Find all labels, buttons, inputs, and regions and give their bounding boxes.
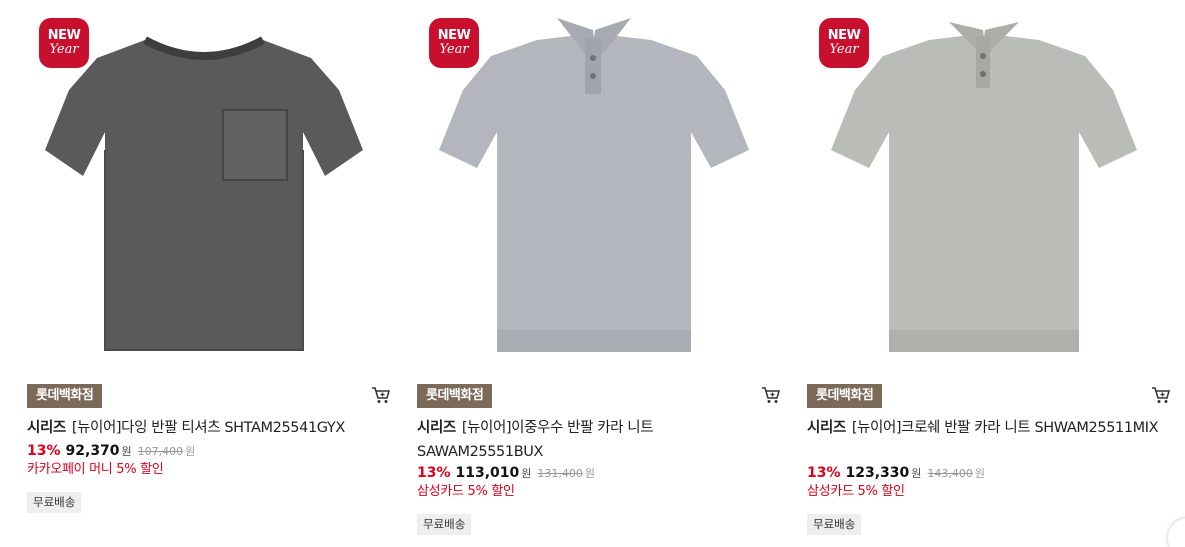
currency: 원 — [911, 467, 922, 480]
free-shipping-badge: 무료배송 — [807, 514, 862, 535]
new-year-badge: NEW Year — [429, 18, 479, 68]
sale-price: 92,370 — [65, 443, 120, 459]
original-currency: 원 — [185, 445, 196, 458]
brand-name: 시리즈 — [27, 420, 66, 436]
sale-price: 123,330 — [845, 465, 910, 481]
original-currency: 원 — [584, 467, 596, 480]
new-year-badge: NEW Year — [39, 18, 89, 68]
sale-price: 113,010 — [455, 465, 520, 481]
product-card[interactable]: NEW Year 롯데백화점 시리즈 [뉴이어]크로쉐 반팔 카라 니트 SHWA… — [807, 0, 1177, 547]
original-price: 143,400 — [927, 467, 973, 480]
free-shipping-badge: 무료배송 — [27, 492, 82, 513]
product-title[interactable]: 시리즈 [뉴이어]다잉 반팔 티셔츠 SHTAM25541GYX — [27, 416, 387, 440]
original-price: 131,400 — [537, 467, 583, 480]
product-card[interactable]: NEW Year 롯데백화점 시리즈 [뉴이어]다잉 반팔 티셔츠 SHTAM25… — [27, 0, 397, 547]
price-row: 13% 113,010 원 131,400 원 — [417, 463, 595, 484]
new-year-badge: NEW Year — [819, 18, 869, 68]
cart-icon[interactable] — [370, 384, 392, 406]
product-name: [뉴이어]다잉 반팔 티셔츠 SHTAM25541GYX — [71, 420, 345, 436]
product-image[interactable]: NEW Year — [807, 0, 1177, 370]
promo-text: 카카오페이 머니 5% 할인 — [27, 462, 164, 477]
product-title[interactable]: 시리즈 [뉴이어]크로쉐 반팔 카라 니트 SHWAM25511MIX — [807, 416, 1167, 440]
promo-text: 삼성카드 5% 할인 — [417, 484, 515, 499]
store-tag: 롯데백화점 — [807, 384, 883, 408]
cart-icon[interactable] — [1150, 384, 1172, 406]
cart-icon[interactable] — [760, 384, 782, 406]
original-price: 107,400 — [137, 445, 184, 458]
product-title[interactable]: 시리즈 [뉴이어]이중우수 반팔 카라 니트 SAWAM25551BUX — [417, 416, 777, 464]
product-image[interactable]: NEW Year — [27, 0, 397, 370]
free-shipping-badge: 무료배송 — [417, 514, 472, 535]
original-currency: 원 — [974, 467, 986, 480]
price-row: 13% 123,330 원 143,400 원 — [807, 463, 985, 484]
currency: 원 — [121, 445, 132, 458]
promo-text: 삼성카드 5% 할인 — [807, 484, 905, 499]
price-row: 13% 92,370 원 107,400 원 — [27, 441, 195, 462]
product-name: [뉴이어]크로쉐 반팔 카라 니트 SHWAM25511MIX — [851, 420, 1159, 436]
discount-rate: 13% — [417, 465, 451, 481]
product-image[interactable]: NEW Year — [417, 0, 787, 370]
product-card[interactable]: NEW Year 롯데백화점 시리즈 [뉴이어]이중우수 반팔 카라 니트 SAW… — [417, 0, 787, 547]
brand-name: 시리즈 — [417, 420, 456, 436]
store-tag: 롯데백화점 — [27, 384, 103, 408]
brand-name: 시리즈 — [807, 420, 846, 436]
discount-rate: 13% — [807, 465, 841, 481]
currency: 원 — [521, 467, 532, 480]
discount-rate: 13% — [27, 443, 61, 459]
store-tag: 롯데백화점 — [417, 384, 493, 408]
